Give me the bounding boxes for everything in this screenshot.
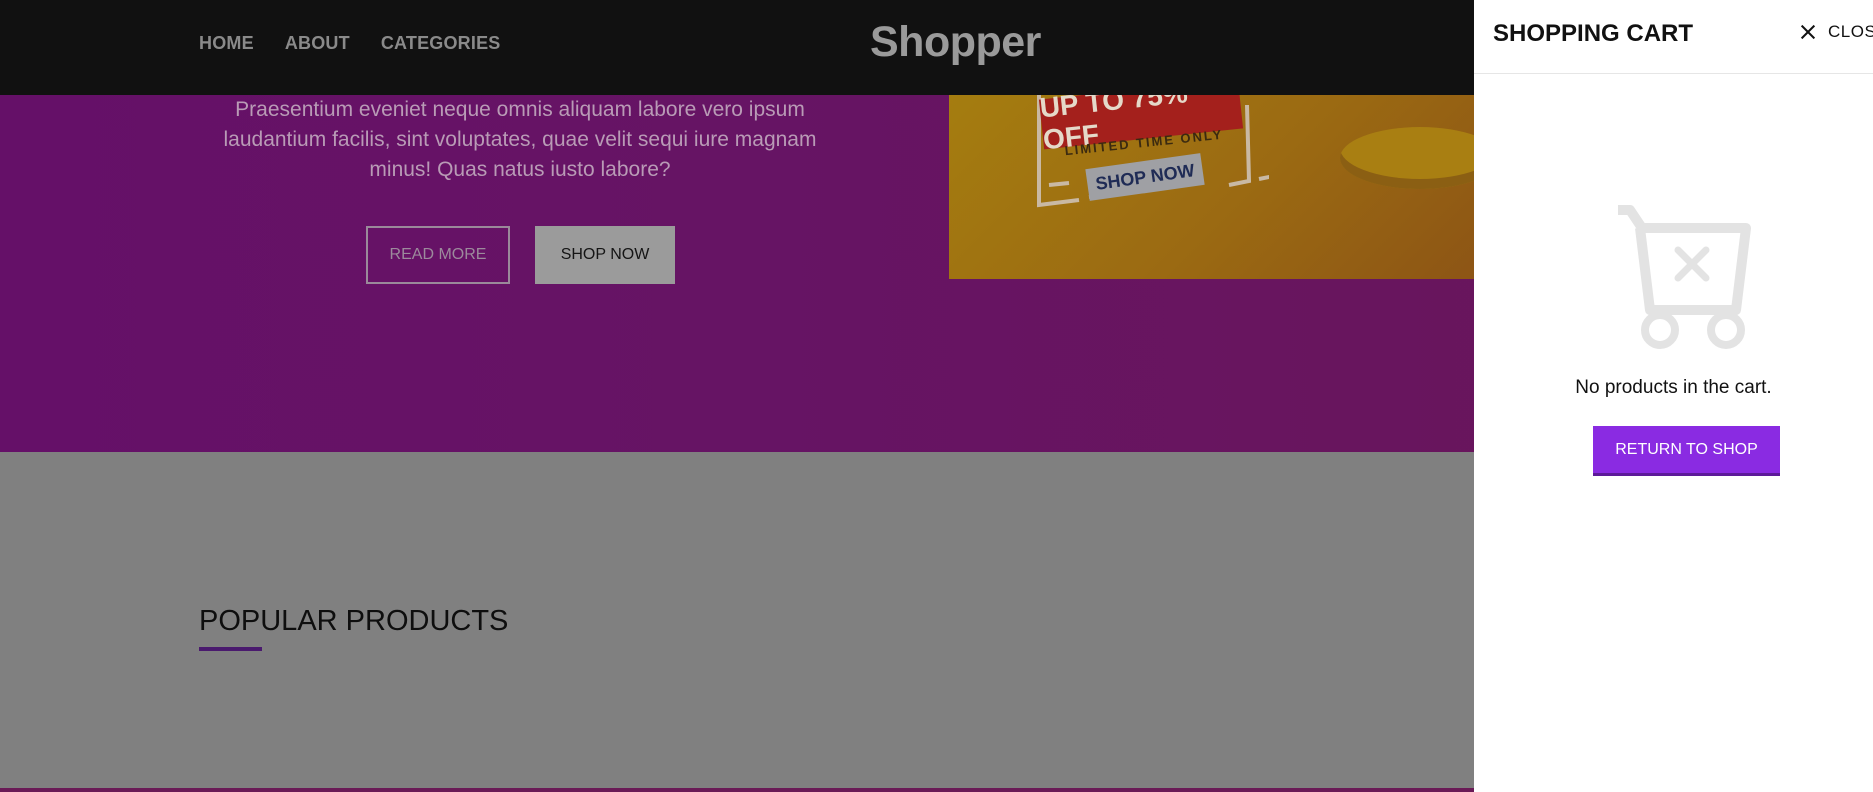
page: HOME ABOUT CATEGORIES Shopper Praesentiu… (0, 0, 1873, 792)
close-icon[interactable] (1800, 24, 1816, 40)
shop-now-button[interactable]: SHOP NOW (535, 226, 675, 284)
close-button[interactable]: CLOSE (1800, 22, 1873, 42)
shopping-cart-drawer: SHOPPING CART CLOSE No products in the c… (1474, 0, 1873, 792)
read-more-button[interactable]: READ MORE (366, 226, 510, 284)
promo-podium (1340, 127, 1475, 189)
promo-image: UP TO 75% OFF LIMITED TIME ONLY SHOP NOW (949, 95, 1475, 279)
drawer-title: SHOPPING CART (1493, 20, 1694, 47)
nav-home-link[interactable]: HOME (199, 33, 254, 54)
bottom-strip (0, 788, 1474, 792)
main-nav: HOME ABOUT CATEGORIES (199, 33, 501, 54)
heading-underline (199, 647, 262, 651)
nav-categories-link[interactable]: CATEGORIES (381, 33, 501, 54)
drawer-header: SHOPPING CART CLOSE (1474, 0, 1873, 74)
empty-cart-message: No products in the cart. (1575, 377, 1772, 398)
empty-cart-icon (1618, 205, 1751, 349)
close-label[interactable]: CLOSE (1828, 22, 1873, 42)
popular-products-heading: POPULAR PRODUCTS (199, 605, 509, 637)
hero-description: Praesentium eveniet neque omnis aliquam … (223, 98, 817, 181)
nav-about-link[interactable]: ABOUT (285, 33, 350, 54)
return-to-shop-button[interactable]: RETURN TO SHOP (1593, 426, 1780, 476)
site-logo[interactable]: Shopper (870, 18, 1041, 67)
